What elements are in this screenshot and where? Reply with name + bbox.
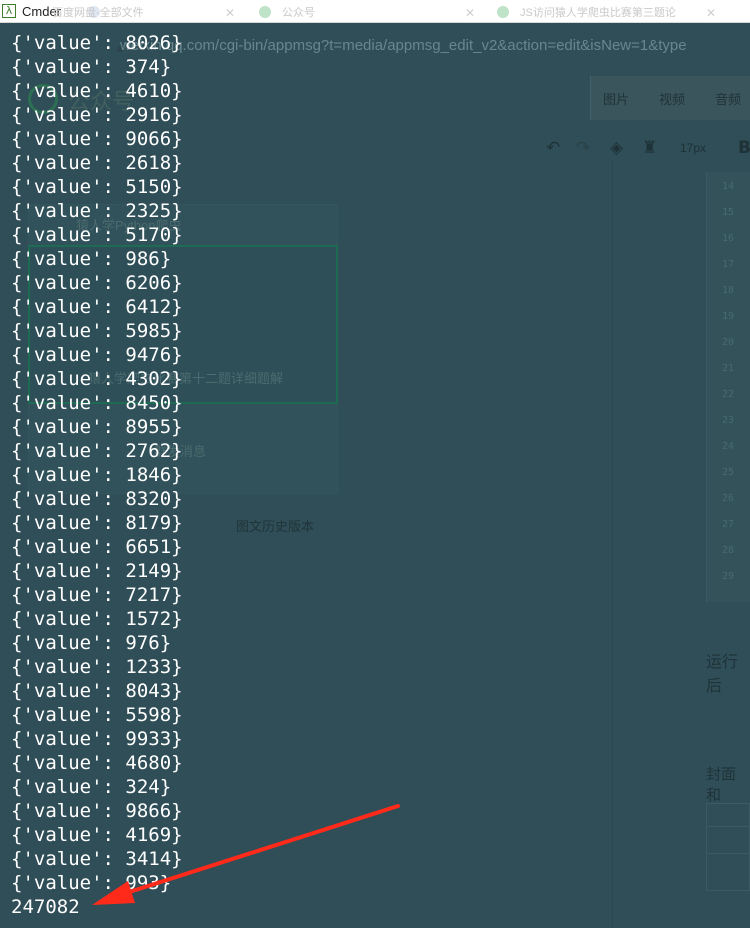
browser-tab-official-account[interactable]: 公众号 <box>282 5 315 21</box>
redo-icon[interactable]: ↷ <box>576 138 590 158</box>
code-line-number: 22 <box>722 389 735 400</box>
console-line: {'value': 7217} <box>11 584 183 606</box>
console-line: {'value': 986} <box>11 248 172 270</box>
article-history-link[interactable]: 图文历史版本 <box>236 516 314 535</box>
insert-image-menu[interactable]: 图片 <box>603 89 629 108</box>
console-line: {'value': 8026} <box>11 32 183 54</box>
tab-close-icon[interactable]: ✕ <box>706 5 716 21</box>
code-line-number: 23 <box>722 415 735 426</box>
title-bar: λ Cmder 百度网盘-全部文件 ✕ 公众号 ✕ JS访问猿人学爬虫比赛第三题… <box>0 0 750 23</box>
console-total-line: 247082 <box>11 896 80 918</box>
console-line: {'value': 3414} <box>11 848 183 870</box>
console-line: {'value': 976} <box>11 632 172 654</box>
code-line-number: 21 <box>722 363 735 374</box>
code-line-number: 19 <box>722 311 735 322</box>
code-line-number: 18 <box>722 285 735 296</box>
console-line: {'value': 5150} <box>11 176 183 198</box>
console-line: {'value': 9066} <box>11 128 183 150</box>
format-brush-icon[interactable]: ♜ <box>642 138 657 158</box>
browser-tab-cloud-disk[interactable]: 百度网盘-全部文件 <box>52 5 144 21</box>
code-line-number: 26 <box>722 493 735 504</box>
console-line: {'value': 2325} <box>11 200 183 222</box>
console-line: {'value': 374} <box>11 56 172 78</box>
cover-box-row <box>706 826 750 854</box>
wechat-tab-icon <box>259 6 271 18</box>
console-line: {'value': 8320} <box>11 488 183 510</box>
eraser-icon[interactable]: ◈ <box>610 138 623 158</box>
code-line-number: 16 <box>722 233 735 244</box>
insert-audio-button[interactable]: 音频 <box>715 89 741 108</box>
console-line: {'value': 4302} <box>11 368 183 390</box>
console-line: {'value': 6206} <box>11 272 183 294</box>
console-line: {'value': 4169} <box>11 824 183 846</box>
cover-label: 封面和 <box>706 766 737 804</box>
console-line: {'value': 4680} <box>11 752 183 774</box>
code-line-number: 24 <box>722 441 735 452</box>
tab-close-icon[interactable]: ✕ <box>225 5 235 21</box>
console-line: {'value': 1846} <box>11 464 183 486</box>
console-output[interactable]: {'value': 8026} {'value': 374} {'value':… <box>11 31 183 919</box>
console-line: {'value': 324} <box>11 776 172 798</box>
code-line-number: 27 <box>722 519 735 530</box>
console-line: {'value': 6412} <box>11 296 183 318</box>
code-line-number: 25 <box>722 467 735 478</box>
console-line: {'value': 8450} <box>11 392 183 414</box>
console-line: {'value': 1572} <box>11 608 183 630</box>
editor-divider <box>612 160 613 928</box>
console-line: {'value': 8179} <box>11 512 183 534</box>
undo-icon[interactable]: ↶ <box>546 138 560 158</box>
tab-close-icon[interactable]: ✕ <box>465 5 475 21</box>
address-bar-url[interactable]: weixin.qq.com/cgi-bin/appmsg?t=media/app… <box>120 37 687 54</box>
console-line: {'value': 2916} <box>11 104 183 126</box>
code-line-number: 14 <box>722 181 735 192</box>
console-line: {'value': 5598} <box>11 704 183 726</box>
console-line: {'value': 5985} <box>11 320 183 342</box>
console-line: {'value': 8043} <box>11 680 183 702</box>
code-line-number: 20 <box>722 337 735 348</box>
code-line-number: 17 <box>722 259 735 270</box>
console-line: {'value': 2149} <box>11 560 183 582</box>
console-line: {'value': 4610} <box>11 80 183 102</box>
console-line: {'value': 2618} <box>11 152 183 174</box>
code-line-number: 28 <box>722 545 735 556</box>
console-line: {'value': 2762} <box>11 440 183 462</box>
console-line: {'value': 993} <box>11 872 172 894</box>
console-line: {'value': 9866} <box>11 800 183 822</box>
console-line: {'value': 6651} <box>11 536 183 558</box>
lambda-icon: λ <box>2 4 16 18</box>
insert-video-button[interactable]: 视频 <box>659 89 685 108</box>
font-size-select[interactable]: 17px <box>680 141 706 155</box>
code-line-number: 29 <box>722 571 735 582</box>
code-line-number: 15 <box>722 207 735 218</box>
console-line: {'value': 5170} <box>11 224 183 246</box>
run-result-label: 运行后 <box>706 654 739 695</box>
browser-tab-js-article[interactable]: JS访问猿人学爬虫比赛第三题论 <box>520 5 692 21</box>
wechat-tab-icon <box>497 6 509 18</box>
bold-icon[interactable]: B <box>738 138 750 158</box>
console-line: {'value': 9933} <box>11 728 183 750</box>
console-line: {'value': 8955} <box>11 416 183 438</box>
console-line: {'value': 9476} <box>11 344 183 366</box>
console-line: {'value': 1233} <box>11 656 183 678</box>
